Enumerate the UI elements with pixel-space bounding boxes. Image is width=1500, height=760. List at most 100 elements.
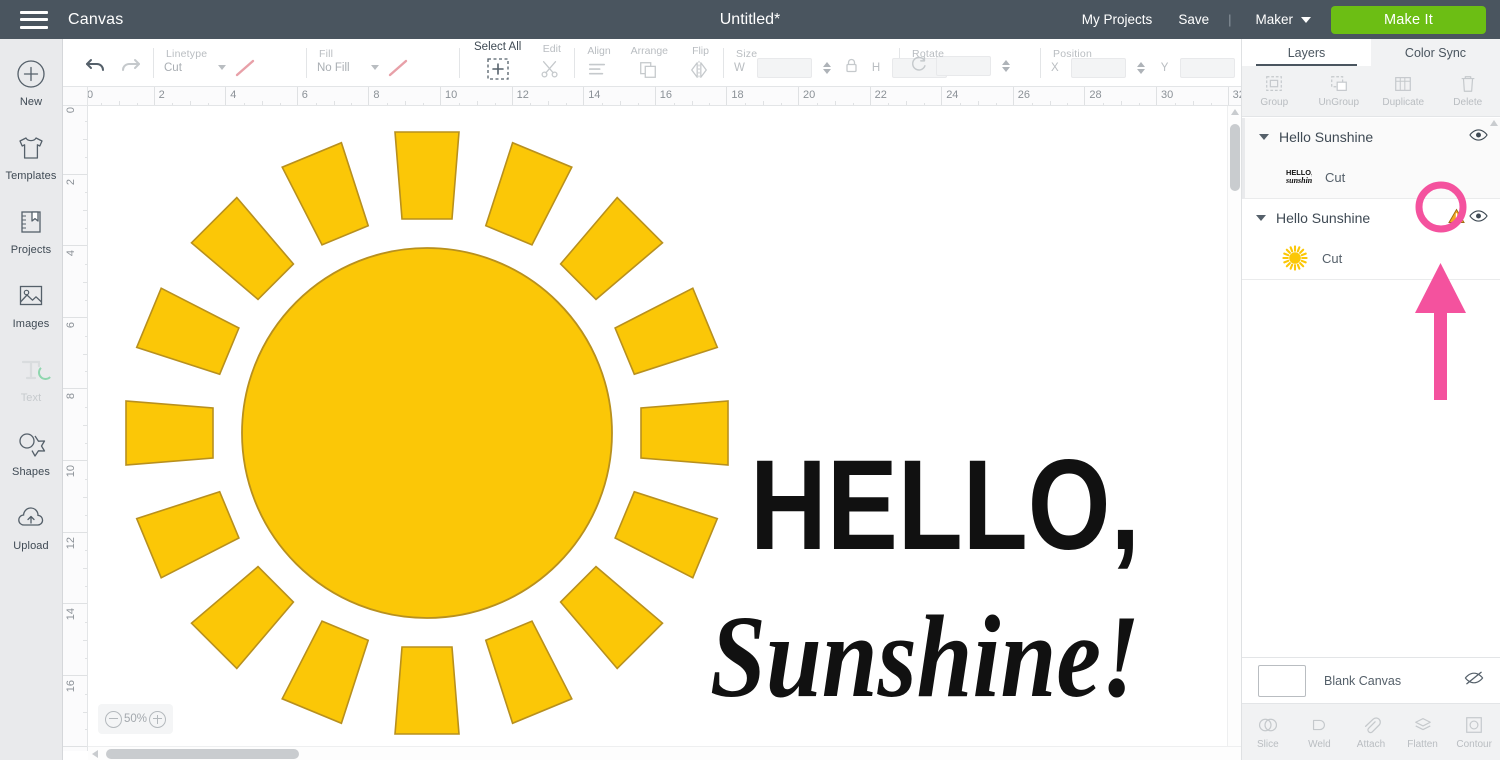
ungroup-button[interactable]: UnGroup xyxy=(1307,66,1372,116)
flatten-button[interactable]: Flatten xyxy=(1397,704,1449,760)
layer-operation: Cut xyxy=(1322,250,1343,266)
ruler-tick-v: 16 xyxy=(63,674,87,747)
sidebar-item-templates[interactable]: Templates xyxy=(0,131,63,182)
slice-icon xyxy=(1258,718,1277,731)
slice-button[interactable]: Slice xyxy=(1242,704,1294,760)
rotate-caption: Rotate xyxy=(912,47,945,60)
sidebar-item-shapes[interactable]: Shapes xyxy=(0,427,63,478)
horizontal-ruler[interactable]: 02468101214161820222426283032 xyxy=(88,87,1241,106)
layer-row[interactable]: Cut xyxy=(1242,237,1500,279)
attach-button[interactable]: Attach xyxy=(1345,704,1397,760)
fill-color-swatch[interactable] xyxy=(387,58,409,78)
edit-label: Edit xyxy=(542,42,561,55)
group-button[interactable]: Group xyxy=(1242,66,1307,116)
layer-group-header[interactable]: Hello Sunshine xyxy=(1242,199,1500,237)
tab-color-sync[interactable]: Color Sync xyxy=(1371,39,1500,66)
sun-ray xyxy=(640,400,729,466)
arrange-button[interactable]: Arrange xyxy=(631,45,668,87)
position-x-input[interactable] xyxy=(1070,57,1126,78)
rotate-input[interactable] xyxy=(936,56,992,76)
duplicate-button[interactable]: Duplicate xyxy=(1371,66,1436,116)
vertical-scroll-thumb[interactable] xyxy=(1230,124,1240,191)
layer-row[interactable]: HELLO, sunshine Cut xyxy=(1245,156,1500,198)
height-label: H xyxy=(871,61,881,74)
zoom-out-button[interactable] xyxy=(105,710,122,728)
group-icon xyxy=(1266,76,1283,91)
ruler-tick-h: 28 xyxy=(1084,87,1156,105)
undo-icon[interactable] xyxy=(83,52,109,78)
sidebar-item-projects[interactable]: Projects xyxy=(0,205,63,256)
sun-ray xyxy=(484,141,573,246)
rotate-stepper[interactable] xyxy=(1002,60,1011,72)
redo-icon[interactable] xyxy=(117,52,143,78)
make-it-button[interactable]: Make It xyxy=(1331,5,1486,34)
ruler-tick-h: 14 xyxy=(583,87,655,105)
sidebar-item-images[interactable]: Images xyxy=(0,279,63,330)
duplicate-icon xyxy=(1395,77,1412,91)
edit-button[interactable]: Edit xyxy=(539,43,564,87)
sidebar-label-text: Text xyxy=(20,392,42,404)
position-y-input[interactable] xyxy=(1180,57,1236,78)
ruler-tick-h: 10 xyxy=(440,87,512,105)
tab-layers[interactable]: Layers xyxy=(1242,39,1371,66)
horizontal-scroll-thumb[interactable] xyxy=(106,749,299,759)
linetype-dropdown[interactable]: Cut xyxy=(164,62,226,74)
eye-hidden-icon[interactable] xyxy=(1464,670,1484,691)
select-all-button[interactable]: Select All xyxy=(474,41,521,87)
canvas-horizontal-scrollbar[interactable] xyxy=(88,746,1241,760)
ruler-tick-v: 8 xyxy=(63,388,87,460)
expand-triangle-icon[interactable] xyxy=(1259,134,1269,140)
fill-dropdown[interactable]: No Fill xyxy=(317,62,379,74)
scroll-left-arrow-icon[interactable] xyxy=(92,750,98,758)
machine-name: Maker xyxy=(1255,12,1293,27)
design-canvas[interactable]: HELLO, Sunshine! xyxy=(88,106,1241,751)
hamburger-menu-icon[interactable] xyxy=(20,10,48,29)
blank-canvas-swatch[interactable] xyxy=(1258,664,1306,697)
sidebar-item-text[interactable]: Text xyxy=(0,353,63,404)
ungroup-label: UnGroup xyxy=(1318,97,1360,108)
blank-canvas-row[interactable]: Blank Canvas xyxy=(1242,657,1500,703)
sun-ray xyxy=(281,620,370,725)
eye-icon[interactable] xyxy=(1469,128,1488,147)
layer-group-header[interactable]: Hello Sunshine xyxy=(1245,118,1500,156)
select-all-label: Select All xyxy=(474,40,522,53)
artwork: HELLO, Sunshine! xyxy=(125,131,1140,735)
layers-list[interactable]: Hello Sunshine HELLO, sunshine Cu xyxy=(1242,118,1500,657)
vertical-ruler[interactable]: 024681012141618 xyxy=(63,106,88,751)
zoom-level: 50% xyxy=(123,713,148,725)
weld-label: Weld xyxy=(1308,738,1331,750)
sun-ray xyxy=(614,490,719,579)
ruler-tick-h: 12 xyxy=(511,87,584,105)
rotate-group: Rotate xyxy=(900,39,1040,87)
my-projects-link[interactable]: My Projects xyxy=(1069,12,1166,27)
ruler-tick-h: 22 xyxy=(869,87,942,105)
contour-button[interactable]: Contour xyxy=(1448,704,1500,760)
sidebar-item-upload[interactable]: Upload xyxy=(0,501,63,552)
align-button[interactable]: Align xyxy=(587,45,611,87)
position-x-stepper[interactable] xyxy=(1136,61,1145,74)
canvas-vertical-scrollbar[interactable] xyxy=(1227,106,1241,751)
sun-ray xyxy=(559,196,664,301)
zoom-in-button[interactable] xyxy=(149,710,166,728)
position-group: Position X Y xyxy=(1041,39,1255,87)
weld-button[interactable]: Weld xyxy=(1294,704,1346,760)
linetype-value: Cut xyxy=(164,61,182,74)
width-stepper[interactable] xyxy=(822,61,831,74)
layer-group-hello-sunshine-sun[interactable]: Hello Sunshine Cut xyxy=(1242,199,1500,280)
eye-icon[interactable] xyxy=(1469,209,1488,228)
delete-button[interactable]: Delete xyxy=(1436,66,1500,116)
expand-triangle-icon[interactable] xyxy=(1256,215,1266,221)
sidebar-label-templates: Templates xyxy=(5,170,57,182)
lock-icon[interactable] xyxy=(845,58,858,78)
flip-button[interactable]: Flip xyxy=(688,45,713,87)
sidebar-item-new[interactable]: New xyxy=(0,57,63,108)
save-button[interactable]: Save xyxy=(1165,12,1222,27)
ruler-tick-v: 18 xyxy=(63,746,87,751)
machine-selector[interactable]: Maker xyxy=(1237,12,1321,27)
linetype-color-swatch[interactable] xyxy=(234,58,256,78)
sun-ray xyxy=(135,287,240,376)
scroll-up-arrow-icon[interactable] xyxy=(1231,109,1239,115)
layer-group-hello-sunshine-text[interactable]: Hello Sunshine HELLO, sunshine Cu xyxy=(1242,118,1500,199)
width-input[interactable] xyxy=(756,57,812,78)
warning-triangle-icon[interactable] xyxy=(1448,208,1465,229)
